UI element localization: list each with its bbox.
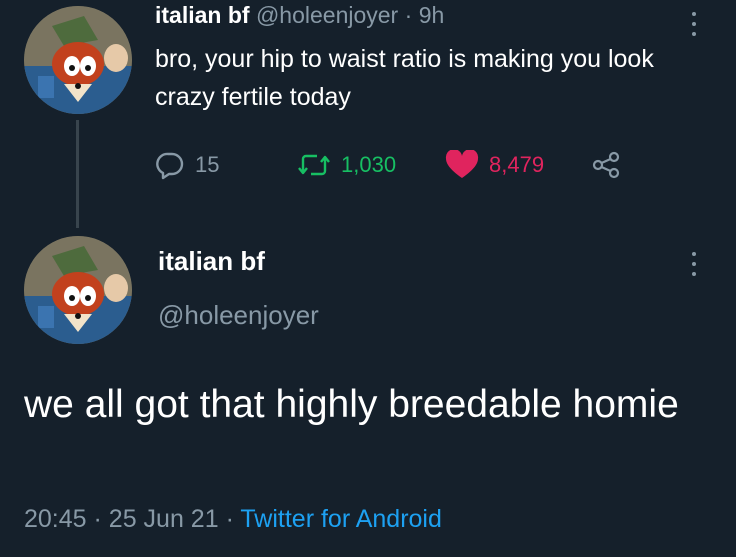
tweet1-author-name[interactable]: italian bf: [155, 2, 250, 28]
meta-separator: ·: [225, 505, 234, 533]
like-count: 8,479: [489, 152, 545, 177]
tweet2-date[interactable]: 25 Jun 21: [109, 505, 219, 533]
retweet-button[interactable]: 1,030: [297, 145, 396, 185]
tweet2-source-link[interactable]: Twitter for Android: [240, 505, 441, 533]
more-options-icon[interactable]: [684, 12, 704, 36]
tweet1-text: bro, your hip to waist ratio is making y…: [155, 45, 654, 111]
reply-count: 15: [195, 152, 220, 177]
thread-connector-line: [76, 120, 79, 228]
fox-avatar-image: [24, 6, 132, 114]
tweet2-author-name[interactable]: italian bf: [158, 246, 265, 277]
tweet2-time[interactable]: 20:45: [24, 505, 87, 533]
share-button[interactable]: [591, 145, 621, 185]
retweet-icon: [298, 154, 330, 176]
tweet1-time[interactable]: 9h: [419, 2, 445, 28]
avatar[interactable]: [24, 236, 132, 344]
tweet1-separator: ·: [404, 2, 413, 28]
share-icon: [592, 151, 620, 179]
reply-button[interactable]: 15: [155, 145, 219, 185]
retweet-count: 1,030: [341, 152, 397, 177]
tweet2-meta: 20:45 · 25 Jun 21 · Twitter for Android: [24, 505, 442, 534]
meta-separator: ·: [93, 505, 102, 533]
like-button[interactable]: 8,479: [445, 145, 544, 185]
fox-avatar-image: [24, 236, 132, 344]
reply-bubble-icon: [156, 152, 184, 180]
tweet1-header: italian bf @holeenjoyer · 9h: [155, 2, 444, 29]
avatar[interactable]: [24, 6, 132, 114]
more-options-icon[interactable]: [684, 252, 704, 276]
tweet1-handle[interactable]: @holeenjoyer: [256, 2, 398, 28]
tweet2-handle[interactable]: @holeenjoyer: [158, 300, 319, 331]
tweet2-text: we all got that highly breedable homie: [24, 383, 679, 426]
heart-icon: [445, 150, 479, 178]
